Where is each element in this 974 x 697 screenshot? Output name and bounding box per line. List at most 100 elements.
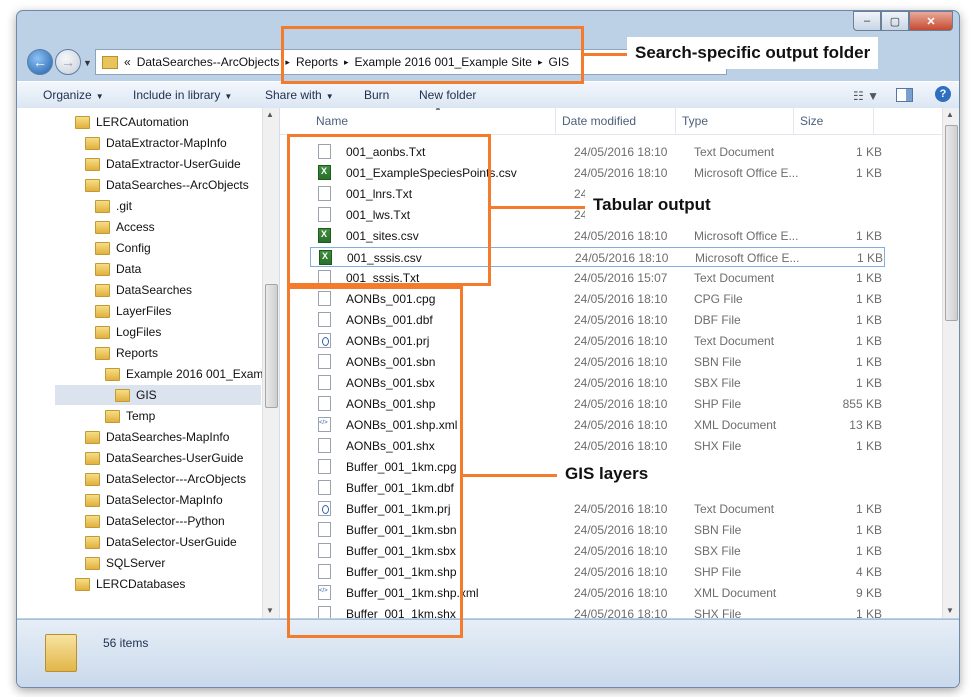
file-size: 1 KB — [855, 376, 882, 390]
annotation-connector — [491, 206, 587, 209]
recent-pages-icon[interactable]: ▼ — [83, 58, 92, 68]
back-button[interactable]: ← — [27, 49, 53, 75]
file-date-modified: 24/05/2016 18:10 — [574, 418, 668, 432]
folder-icon — [85, 157, 100, 171]
breadcrumb-datasearches[interactable]: DataSearches--ArcObjects — [137, 55, 280, 69]
tree-item-datasearches-userguide[interactable]: DataSearches-UserGuide — [85, 448, 243, 468]
tree-item-git[interactable]: .git — [95, 196, 132, 216]
tree-item-dataextractor-userguide[interactable]: DataExtractor-UserGuide — [85, 154, 241, 174]
folder-icon — [105, 409, 120, 423]
folder-icon — [85, 556, 100, 570]
tree-item-datasearches-arcobjects[interactable]: DataSearches--ArcObjects — [85, 175, 249, 195]
file-date-modified: 24/05/2016 18:10 — [574, 166, 668, 180]
folder-icon — [85, 472, 100, 486]
new-folder-button[interactable]: New folder — [419, 88, 476, 102]
scroll-up-icon[interactable]: ▲ — [946, 110, 954, 119]
maximize-button[interactable]: ▢ — [881, 11, 909, 31]
item-count: 56 items — [103, 636, 149, 650]
tree-item-lercdatabases[interactable]: LERCDatabases — [75, 574, 185, 594]
column-type[interactable]: Type — [676, 108, 794, 134]
navigation-scrollbar[interactable]: ▲ ▼ — [262, 108, 279, 618]
close-button[interactable]: ✕ — [909, 11, 953, 31]
burn-button[interactable]: Burn — [364, 88, 389, 102]
column-name[interactable]: Name — [310, 108, 556, 134]
annotation-box-tabular — [287, 134, 491, 286]
share-with-button[interactable]: Share with ▼ — [265, 88, 334, 102]
help-icon[interactable]: ? — [935, 86, 951, 102]
file-date-modified: 24/05/2016 18:10 — [574, 376, 668, 390]
file-size: 1 KB — [855, 229, 882, 243]
file-date-modified: 24/05/2016 18:10 — [574, 313, 668, 327]
file-size: 9 KB — [855, 586, 882, 600]
view-options-icon[interactable]: ☷ ▼ — [853, 89, 879, 103]
scrollbar-thumb[interactable] — [265, 284, 278, 408]
file-type: Microsoft Office E... — [695, 251, 800, 265]
organize-button[interactable]: Organize ▼ — [43, 88, 104, 102]
file-type: Text Document — [694, 271, 775, 285]
scroll-down-icon[interactable]: ▼ — [266, 606, 274, 615]
tree-item-data[interactable]: Data — [95, 259, 141, 279]
folder-icon — [85, 430, 100, 444]
file-date-modified: 24/05/2016 18:10 — [574, 334, 668, 348]
tree-item-logfiles[interactable]: LogFiles — [95, 322, 161, 342]
command-bar: Organize ▼ Include in library ▼ Share with… — [17, 81, 959, 109]
column-size[interactable]: Size — [794, 108, 874, 134]
tree-item-dataextractor-mapinfo[interactable]: DataExtractor-MapInfo — [85, 133, 227, 153]
window-controls: – ▢ ✕ — [853, 11, 953, 31]
file-type: Microsoft Office E... — [694, 166, 799, 180]
file-size: 4 KB — [855, 565, 882, 579]
file-type: Text Document — [694, 334, 775, 348]
annotation-connector — [584, 53, 628, 56]
scroll-up-icon[interactable]: ▲ — [266, 110, 274, 119]
file-date-modified: 24/05/2016 18:10 — [574, 502, 668, 516]
tree-item-example-site[interactable]: Example 2016 001_Exampl — [105, 364, 273, 384]
file-type: SBN File — [694, 355, 742, 369]
tree-item-lercautomation[interactable]: LERCAutomation — [75, 112, 189, 132]
tree-item-temp[interactable]: Temp — [105, 406, 155, 426]
dropdown-icon: ▼ — [224, 92, 233, 101]
file-date-modified: 24/05/2016 18:10 — [574, 145, 668, 159]
file-type: SHX File — [694, 607, 742, 618]
column-date-modified[interactable]: Date modified — [556, 108, 676, 134]
forward-button[interactable]: → — [55, 49, 81, 75]
file-type: CPG File — [694, 292, 743, 306]
file-size: 13 KB — [849, 418, 882, 432]
file-list-scrollbar[interactable]: ▲ ▼ — [942, 108, 959, 618]
file-type: SHX File — [694, 439, 742, 453]
folder-icon — [115, 388, 130, 402]
scroll-down-icon[interactable]: ▼ — [946, 606, 954, 615]
file-date-modified: 24/05/2016 18:10 — [574, 586, 668, 600]
file-date-modified: 24/05/2016 18:10 — [574, 607, 668, 618]
preview-pane-icon[interactable] — [896, 88, 913, 102]
tree-item-access[interactable]: Access — [95, 217, 155, 237]
file-date-modified: 24/05/2016 18:10 — [574, 544, 668, 558]
tree-item-datasearches[interactable]: DataSearches — [95, 280, 192, 300]
scrollbar-thumb[interactable] — [945, 125, 958, 321]
tree-item-dataselector-python[interactable]: DataSelector---Python — [85, 511, 225, 531]
file-size: 1 KB — [855, 355, 882, 369]
include-in-library-button[interactable]: Include in library ▼ — [133, 88, 232, 102]
file-date-modified: 24/05/2016 18:10 — [574, 229, 668, 243]
folder-icon — [85, 451, 100, 465]
tree-item-config[interactable]: Config — [95, 238, 151, 258]
folder-icon — [85, 178, 100, 192]
breadcrumb-overflow[interactable]: « — [124, 55, 131, 69]
annotation-box-gis — [287, 286, 463, 638]
tree-item-layerfiles[interactable]: LayerFiles — [95, 301, 171, 321]
file-size: 1 KB — [856, 251, 883, 265]
folder-icon — [95, 346, 110, 360]
tree-item-sqlserver[interactable]: SQLServer — [85, 553, 165, 573]
file-type: Text Document — [694, 145, 775, 159]
tree-item-dataselector-userguide[interactable]: DataSelector-UserGuide — [85, 532, 237, 552]
file-size: 1 KB — [855, 313, 882, 327]
folder-icon — [95, 325, 110, 339]
tree-item-reports[interactable]: Reports — [95, 343, 158, 363]
folder-icon — [95, 220, 110, 234]
minimize-button[interactable]: – — [853, 11, 881, 31]
tree-item-gis[interactable]: GIS — [55, 385, 261, 405]
tree-item-dataselector-mapinfo[interactable]: DataSelector-MapInfo — [85, 490, 223, 510]
file-size: 855 KB — [842, 397, 882, 411]
tree-item-dataselector-arcobjects[interactable]: DataSelector---ArcObjects — [85, 469, 246, 489]
tree-item-datasearches-mapinfo[interactable]: DataSearches-MapInfo — [85, 427, 229, 447]
file-size: 1 KB — [855, 166, 882, 180]
